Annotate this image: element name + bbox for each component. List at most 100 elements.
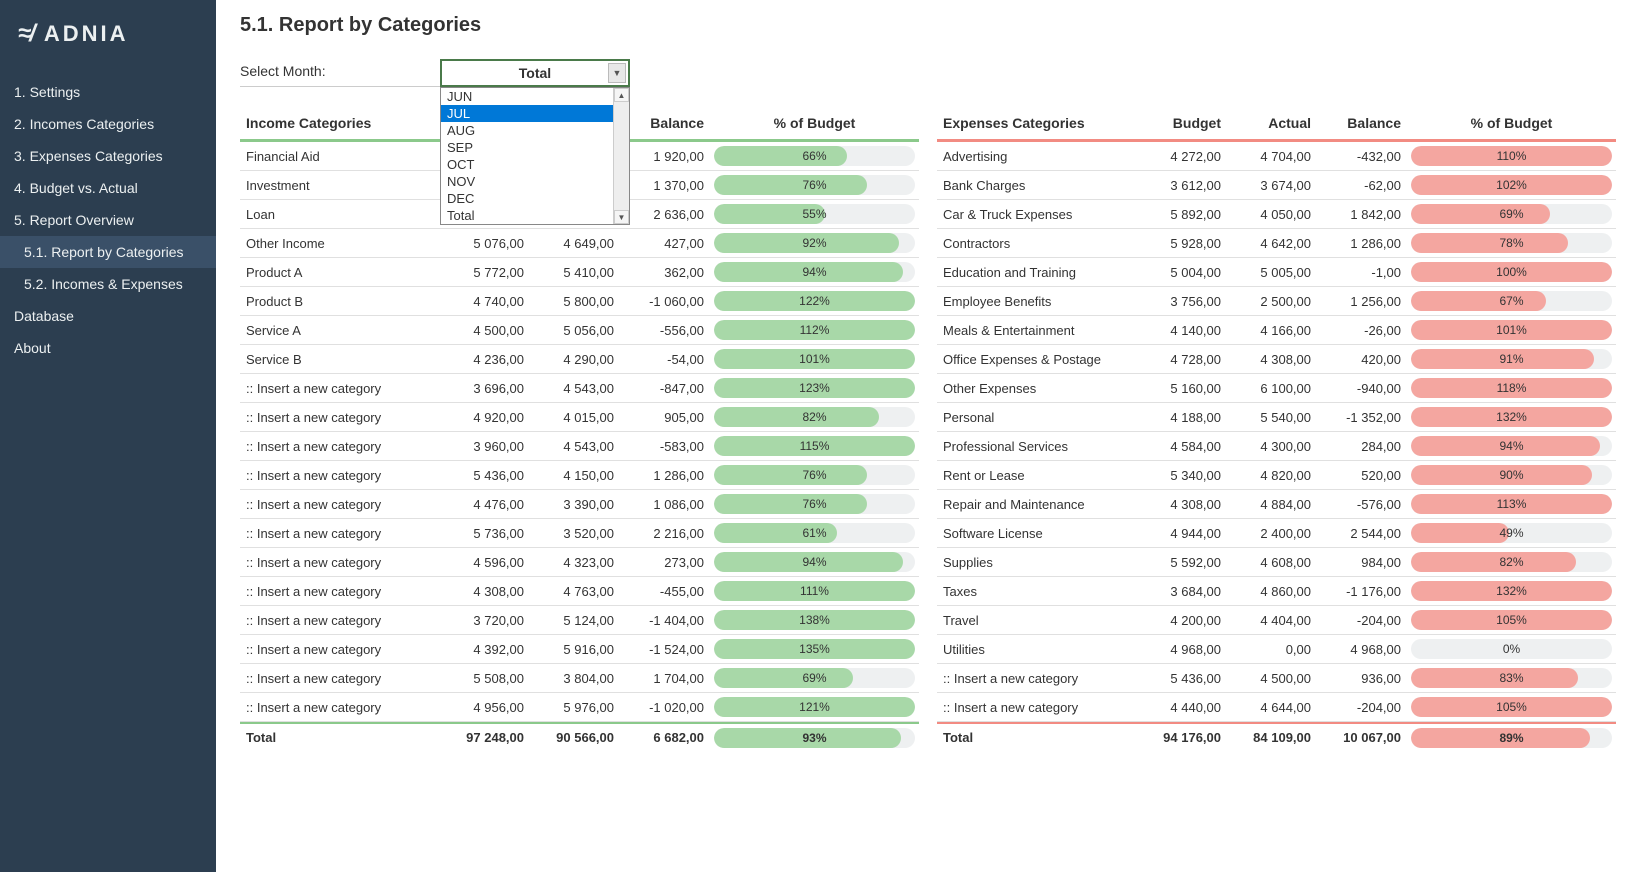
- cell-budget: 5 436,00: [1137, 669, 1227, 688]
- nav-item[interactable]: 3. Expenses Categories: [0, 140, 216, 172]
- cell-balance: 4 968,00: [1317, 640, 1407, 659]
- nav-item[interactable]: About: [0, 332, 216, 364]
- cell-budget: 5 508,00: [440, 669, 530, 688]
- nav-item[interactable]: 5. Report Overview: [0, 204, 216, 236]
- cell-pct: 94%: [710, 550, 919, 574]
- cell-name: Professional Services: [937, 437, 1137, 456]
- progress-bar: 111%: [714, 581, 915, 601]
- table-row: Rent or Lease5 340,004 820,00520,0090%: [937, 461, 1616, 490]
- cell-actual: 4 644,00: [1227, 698, 1317, 717]
- dropdown-option[interactable]: JUN: [441, 88, 629, 105]
- cell-pct: 0%: [1407, 637, 1616, 661]
- nav-item[interactable]: 5.1. Report by Categories: [0, 236, 216, 268]
- month-dropdown[interactable]: ▲ ▼ JUNJULAUGSEPOCTNOVDECTotal: [440, 87, 630, 225]
- logo: ≈/ ADNIA: [0, 0, 216, 76]
- cell-budget: 3 696,00: [440, 379, 530, 398]
- cell-budget: 4 728,00: [1137, 350, 1227, 369]
- cell-actual: 3 390,00: [530, 495, 620, 514]
- cell-name: Product B: [240, 292, 440, 311]
- dropdown-option[interactable]: NOV: [441, 173, 629, 190]
- dropdown-scrollbar[interactable]: ▲ ▼: [613, 88, 629, 224]
- nav-item[interactable]: Database: [0, 300, 216, 332]
- cell-actual: 5 540,00: [1227, 408, 1317, 427]
- chevron-down-icon[interactable]: ▼: [608, 63, 626, 83]
- cell-actual: 4 150,00: [530, 466, 620, 485]
- cell-budget: 94 176,00: [1137, 728, 1227, 747]
- table-row: Other Expenses5 160,006 100,00-940,00118…: [937, 374, 1616, 403]
- cell-actual: 3 804,00: [530, 669, 620, 688]
- cell-pct: 138%: [710, 608, 919, 632]
- dropdown-option[interactable]: Total: [441, 207, 629, 224]
- progress-bar: 69%: [1411, 204, 1612, 224]
- table-row: Product B4 740,005 800,00-1 060,00122%: [240, 287, 919, 316]
- dropdown-option[interactable]: DEC: [441, 190, 629, 207]
- progress-bar: 105%: [1411, 697, 1612, 717]
- cell-budget: 4 956,00: [440, 698, 530, 717]
- cell-actual: 4 649,00: [530, 234, 620, 253]
- dropdown-option[interactable]: OCT: [441, 156, 629, 173]
- progress-bar: 101%: [1411, 320, 1612, 340]
- table-row: Advertising4 272,004 704,00-432,00110%: [937, 142, 1616, 171]
- expense-table: Expenses Categories Budget Actual Balanc…: [937, 107, 1616, 751]
- nav-item[interactable]: 4. Budget vs. Actual: [0, 172, 216, 204]
- scroll-down-icon[interactable]: ▼: [614, 210, 629, 224]
- table-row: Product A5 772,005 410,00362,0094%: [240, 258, 919, 287]
- table-row: :: Insert a new category5 436,004 500,00…: [937, 664, 1616, 693]
- cell-actual: 3 674,00: [1227, 176, 1317, 195]
- nav-item[interactable]: 5.2. Incomes & Expenses: [0, 268, 216, 300]
- col-budget: Budget: [1137, 113, 1227, 133]
- cell-name: :: Insert a new category: [240, 408, 440, 427]
- progress-bar: 76%: [714, 465, 915, 485]
- cell-actual: 5 916,00: [530, 640, 620, 659]
- cell-pct: 115%: [710, 434, 919, 458]
- cell-budget: 3 756,00: [1137, 292, 1227, 311]
- cell-balance: 1 370,00: [620, 176, 710, 195]
- cell-name: :: Insert a new category: [937, 669, 1137, 688]
- nav-item[interactable]: 1. Settings: [0, 76, 216, 108]
- cell-pct: 102%: [1407, 173, 1616, 197]
- dropdown-option[interactable]: AUG: [441, 122, 629, 139]
- progress-bar: 101%: [714, 349, 915, 369]
- cell-balance: 362,00: [620, 263, 710, 282]
- cell-actual: 5 410,00: [530, 263, 620, 282]
- col-pct: % of Budget: [1407, 113, 1616, 133]
- table-row: Service B4 236,004 290,00-54,00101%: [240, 345, 919, 374]
- cell-balance: 1 286,00: [620, 466, 710, 485]
- progress-bar: 102%: [1411, 175, 1612, 195]
- cell-balance: 1 920,00: [620, 147, 710, 166]
- scroll-up-icon[interactable]: ▲: [614, 88, 629, 102]
- dropdown-option[interactable]: SEP: [441, 139, 629, 156]
- cell-actual: 4 300,00: [1227, 437, 1317, 456]
- progress-bar: 122%: [714, 291, 915, 311]
- table-row: :: Insert a new category5 736,003 520,00…: [240, 519, 919, 548]
- month-selector-row: Select Month: Total ▼ ▲ ▼ JUNJULAUGSEPOC…: [240, 59, 1616, 87]
- cell-name: :: Insert a new category: [240, 698, 440, 717]
- table-row: :: Insert a new category3 720,005 124,00…: [240, 606, 919, 635]
- cell-pct: 105%: [1407, 695, 1616, 719]
- cell-pct: 69%: [1407, 202, 1616, 226]
- month-select[interactable]: Total ▼: [440, 59, 630, 87]
- progress-bar: 49%: [1411, 523, 1612, 543]
- cell-pct: 93%: [710, 726, 919, 750]
- progress-bar: 69%: [714, 668, 915, 688]
- progress-bar: 121%: [714, 697, 915, 717]
- progress-bar: 132%: [1411, 407, 1612, 427]
- progress-bar: 94%: [714, 552, 915, 572]
- progress-bar: 89%: [1411, 728, 1612, 748]
- cell-actual: 4 050,00: [1227, 205, 1317, 224]
- cell-budget: 4 440,00: [1137, 698, 1227, 717]
- cell-name: Taxes: [937, 582, 1137, 601]
- dropdown-option[interactable]: JUL: [441, 105, 629, 122]
- nav-item[interactable]: 2. Incomes Categories: [0, 108, 216, 140]
- progress-bar: 55%: [714, 204, 915, 224]
- cell-actual: 4 642,00: [1227, 234, 1317, 253]
- progress-bar: 123%: [714, 378, 915, 398]
- cell-name: Meals & Entertainment: [937, 321, 1137, 340]
- cell-name: :: Insert a new category: [240, 582, 440, 601]
- cell-name: :: Insert a new category: [240, 640, 440, 659]
- progress-bar: 113%: [1411, 494, 1612, 514]
- cell-name: :: Insert a new category: [240, 495, 440, 514]
- cell-balance: -1,00: [1317, 263, 1407, 282]
- cell-budget: 4 500,00: [440, 321, 530, 340]
- cell-name: Advertising: [937, 147, 1137, 166]
